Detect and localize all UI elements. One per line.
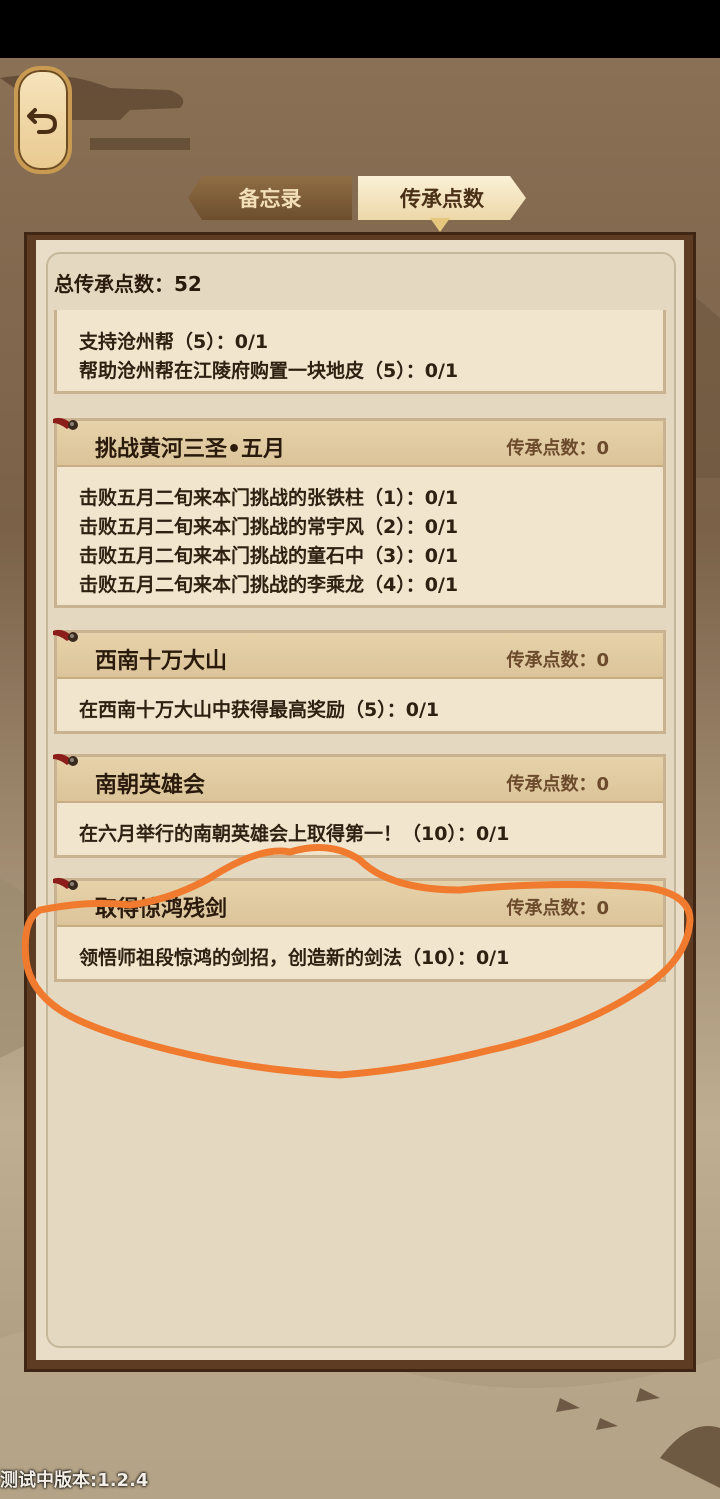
card-points: 传承点数：0 <box>506 434 609 460</box>
task-line: 击败五月二旬来本门挑战的常宇风（2）：0/1 <box>79 516 459 538</box>
task-line: 支持沧州帮（5）：0/1 <box>79 331 269 353</box>
card-points-value: 0 <box>596 898 609 919</box>
task-list[interactable]: 支持沧州帮（5）：0/1 帮助沧州帮在江陵府购置一块地皮（5）：0/1 挑战黄河… <box>52 310 668 1340</box>
task-card: 取得惊鸿残剑 传承点数：0 领悟师祖段惊鸿的剑招，创造新的剑法（10）：0/1 <box>53 877 666 982</box>
tab-inheritance-points[interactable]: 传承点数 <box>358 176 526 220</box>
card-points-label: 传承点数： <box>506 650 597 671</box>
card-points-label: 传承点数： <box>506 438 597 459</box>
total-points: 总传承点数：52 <box>54 268 202 297</box>
card-points: 传承点数：0 <box>506 894 609 920</box>
version-label: 测试中版本:1.2.4 <box>0 1470 149 1491</box>
card-title: 南朝英雄会 <box>95 773 206 798</box>
card-points-value: 0 <box>596 438 609 459</box>
card-title: 取得惊鸿残剑 <box>95 897 228 922</box>
task-line: 在六月举行的南朝英雄会上取得第一！（10）：0/1 <box>79 823 510 845</box>
card-title: 西南十万大山 <box>95 649 228 674</box>
card-header: 挑战黄河三圣•五月 传承点数：0 <box>57 421 663 467</box>
pin-icon <box>53 877 78 890</box>
pin-icon <box>53 753 78 766</box>
task-line: 击败五月二旬来本门挑战的童石中（3）：0/1 <box>79 545 459 567</box>
tab-bar: 备忘录 传承点数 <box>188 176 526 220</box>
task-card: 支持沧州帮（5）：0/1 帮助沧州帮在江陵府购置一块地皮（5）：0/1 <box>54 310 666 394</box>
total-points-label: 总传承点数： <box>54 272 174 296</box>
back-button[interactable] <box>14 66 72 174</box>
card-header: 取得惊鸿残剑 传承点数：0 <box>57 881 663 927</box>
task-line: 领悟师祖段惊鸿的剑招，创造新的剑法（10）：0/1 <box>79 947 510 969</box>
card-points-label: 传承点数： <box>506 774 597 795</box>
tab-memo[interactable]: 备忘录 <box>188 176 352 220</box>
card-header: 西南十万大山 传承点数：0 <box>57 633 663 679</box>
task-card: 挑战黄河三圣•五月 传承点数：0 击败五月二旬来本门挑战的张铁柱（1）：0/1 … <box>53 417 666 608</box>
card-points-value: 0 <box>596 650 609 671</box>
total-points-value: 52 <box>174 272 202 296</box>
card-header: 南朝英雄会 传承点数：0 <box>57 757 663 803</box>
back-arrow-icon <box>27 108 58 134</box>
status-bar <box>0 0 720 58</box>
card-title: 挑战黄河三圣•五月 <box>95 437 286 462</box>
pin-icon <box>53 629 78 642</box>
card-points: 传承点数：0 <box>506 646 609 672</box>
card-points-label: 传承点数： <box>506 898 597 919</box>
card-points-value: 0 <box>596 774 609 795</box>
task-line: 在西南十万大山中获得最高奖励（5）：0/1 <box>79 699 440 721</box>
task-card: 西南十万大山 传承点数：0 在西南十万大山中获得最高奖励（5）：0/1 <box>53 629 666 734</box>
card-points: 传承点数：0 <box>506 770 609 796</box>
task-line: 击败五月二旬来本门挑战的张铁柱（1）：0/1 <box>79 487 459 509</box>
task-card: 南朝英雄会 传承点数：0 在六月举行的南朝英雄会上取得第一！（10）：0/1 <box>53 753 666 858</box>
task-line: 帮助沧州帮在江陵府购置一块地皮（5）：0/1 <box>79 360 459 382</box>
task-line: 击败五月二旬来本门挑战的李乘龙（4）：0/1 <box>79 574 459 596</box>
pin-icon <box>53 417 78 430</box>
